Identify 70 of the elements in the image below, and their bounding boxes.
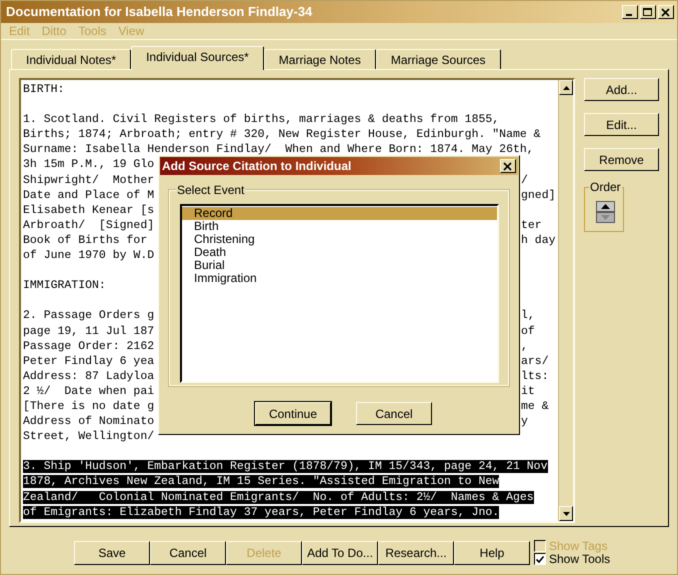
text-line: Elisabeth Kenear [s <box>23 204 154 217</box>
text-line: gned] <box>521 188 556 203</box>
text-line: Address: 87 Ladyloa <box>23 370 154 383</box>
text-line: 3h 15m P.M., 19 Glo <box>23 158 154 172</box>
side-button[interactable]: Remove <box>584 148 659 171</box>
text-line: , <box>521 338 528 354</box>
text-line: me & <box>521 398 549 414</box>
event-item[interactable]: Christening <box>182 233 497 246</box>
tab[interactable]: Marriage Sources <box>376 49 501 69</box>
text-line: it <box>521 384 535 399</box>
close-icon[interactable] <box>500 159 516 173</box>
text-line: 2 ½/ Date when pai <box>23 384 154 398</box>
text-line: [There is no date g <box>23 400 154 413</box>
text-line: ars/ <box>521 354 549 369</box>
checkbox-label: Show Tools <box>549 553 610 565</box>
text-line: l, <box>521 308 535 324</box>
event-item[interactable]: Record <box>182 207 497 220</box>
text-line: Peter Findlay 6 yea <box>23 354 154 368</box>
scroll-up-icon[interactable] <box>562 86 570 90</box>
checkbox-label: Show Tags <box>549 540 608 552</box>
text-line: Street, Wellington/ <box>23 430 154 444</box>
scroll-down-icon[interactable] <box>562 512 570 516</box>
move-up-button[interactable] <box>596 201 615 212</box>
tab[interactable]: Individual Notes* <box>11 49 132 69</box>
checkbox[interactable] <box>534 553 546 565</box>
text-line: h day <box>521 232 556 248</box>
up-arrow-icon <box>601 204 610 209</box>
dialog-title: Add Source Citation to Individual <box>162 158 352 175</box>
text-line: Address of Nominato <box>23 415 154 428</box>
footer-button[interactable]: Help <box>454 540 530 564</box>
text-line: of June 1970 by W.D <box>23 249 154 262</box>
text-line: of <box>521 324 535 339</box>
text-line: ter <box>521 218 542 233</box>
text-line: lts: <box>521 368 549 384</box>
event-list[interactable]: Record Birth Christening Death Burial Immigration <box>180 204 499 383</box>
down-arrow-icon <box>601 215 610 220</box>
event-item[interactable]: Death <box>182 246 497 259</box>
close-icon[interactable] <box>658 5 674 19</box>
text-line: Passage Order: 2162 <box>23 340 154 353</box>
text-line: Book of Births for <box>23 234 148 247</box>
event-item[interactable]: Burial <box>182 259 497 272</box>
text-line: BIRTH: <box>23 83 64 96</box>
side-button[interactable]: Edit... <box>584 113 659 136</box>
text-line: / <box>521 172 528 188</box>
footer-button[interactable]: Cancel <box>150 540 226 564</box>
tab[interactable]: Marriage Notes <box>264 49 376 69</box>
side-button[interactable]: Add... <box>584 78 659 101</box>
dialog-button[interactable]: Continue <box>255 402 331 425</box>
event-item[interactable]: Immigration <box>182 272 497 285</box>
group-label: Select Event <box>176 183 246 197</box>
minimize-icon[interactable] <box>622 5 638 19</box>
footer-button[interactable]: Research... <box>378 540 454 564</box>
event-item[interactable]: Birth <box>182 220 497 233</box>
maximize-icon[interactable] <box>640 5 656 19</box>
footer-button[interactable]: Add To Do... <box>302 540 378 564</box>
order-label: Order <box>589 180 622 194</box>
text-line: Shipwright/ Mother <box>23 174 154 187</box>
text-line: Births; 1874; Arbroath; entry # 320, New Register House, Edinburgh. "Name & <box>23 128 541 142</box>
dialog-button[interactable]: Cancel <box>356 402 432 425</box>
text-line: 2. Passage Orders g <box>23 309 154 322</box>
text-line: Date and Place of M <box>23 188 154 202</box>
text-line: 1. Scotland. Civil Registers of births, marriages & deaths from 1855, <box>23 113 500 126</box>
text-line: Surname: Isabella Henderson Findlay/ When and Where Born: 1874. May 26th, <box>23 143 534 156</box>
text-line: y <box>521 414 528 430</box>
window-title: Documentation for Isabella Henderson Findlay-34 <box>5 3 312 22</box>
tab[interactable]: Individual Sources* <box>131 46 264 70</box>
text-line: page 19, 11 Jul 187 <box>23 324 154 338</box>
text-line: Arbroath/ [Signed] <box>23 218 154 232</box>
text-line: IMMIGRATION: <box>23 279 106 292</box>
footer-button[interactable]: Save <box>74 540 150 564</box>
